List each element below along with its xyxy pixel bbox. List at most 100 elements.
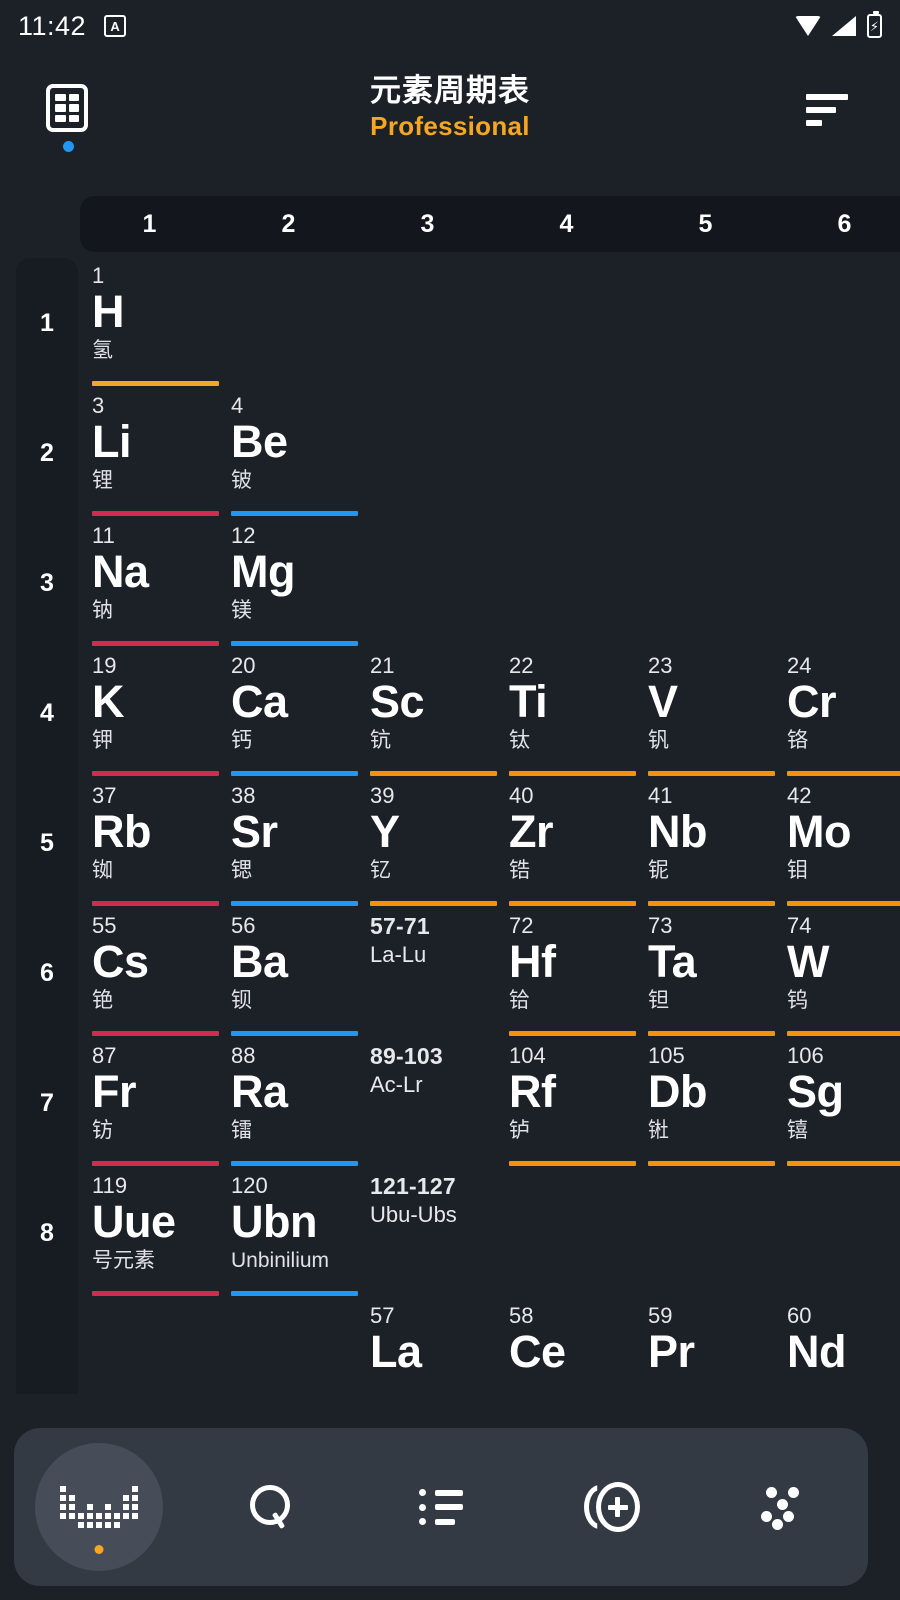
element-name: 钽 bbox=[648, 989, 669, 1013]
periodic-table-scroll-area[interactable]: 1 H 氢 3 Li 锂 4 Be 铍 11 Na 钠 12 Mg 镁 19 K 钾 20 Ca 钙 21 Sc 钪 22 Ti 钛… bbox=[80, 258, 900, 1395]
periodic-icon-square bbox=[96, 1495, 102, 1501]
status-bar: 11:42 A ⚡ bbox=[0, 0, 900, 52]
element-cell-La[interactable]: 57 La bbox=[358, 1298, 497, 1395]
element-cell-Sg[interactable]: 106 Sg 𬭳 bbox=[775, 1038, 900, 1168]
element-atomic-number: 37 bbox=[92, 783, 117, 808]
periodic-icon-square bbox=[78, 1486, 84, 1492]
element-cell-Hf[interactable]: 72 Hf 铪 bbox=[497, 908, 636, 1038]
list-icon-row bbox=[418, 1489, 463, 1496]
element-atomic-number: 73 bbox=[648, 913, 673, 938]
element-atomic-number: 20 bbox=[231, 653, 256, 678]
element-cell-V[interactable]: 23 V 钒 bbox=[636, 648, 775, 778]
element-cell-Ta[interactable]: 73 Ta 钽 bbox=[636, 908, 775, 1038]
element-range-cell-89-103[interactable]: 89-103 Ac-Lr bbox=[358, 1038, 497, 1168]
nav-item-molecules[interactable] bbox=[697, 1428, 868, 1586]
period-sidebar: 1 2 3 4 5 6 7 8 bbox=[16, 258, 78, 1394]
element-cell-Ubn[interactable]: 120 Ubn Unbinilium bbox=[219, 1168, 358, 1298]
element-cell-Be[interactable]: 4 Be 铍 bbox=[219, 388, 358, 518]
periodic-icon-square bbox=[69, 1495, 76, 1501]
element-cell-Fr[interactable]: 87 Fr 钫 bbox=[80, 1038, 219, 1168]
element-cell-H[interactable]: 1H氢 bbox=[80, 258, 219, 388]
element-atomic-number: 59 bbox=[648, 1303, 673, 1328]
element-atomic-number: 11 bbox=[92, 523, 115, 548]
element-category-underline bbox=[509, 771, 636, 776]
element-category-underline bbox=[231, 901, 358, 906]
element-cell-Ce[interactable]: 58 Ce bbox=[497, 1298, 636, 1395]
element-category-underline bbox=[231, 771, 358, 776]
element-cell-Ba[interactable]: 56 Ba 钡 bbox=[219, 908, 358, 1038]
element-cell-K[interactable]: 19 K 钾 bbox=[80, 648, 219, 778]
element-name: 钛 bbox=[509, 729, 530, 753]
element-cell-Db[interactable]: 105 Db 𬭊 bbox=[636, 1038, 775, 1168]
element-symbol: Rb bbox=[92, 806, 152, 858]
element-cell-Pr[interactable]: 59 Pr bbox=[636, 1298, 775, 1395]
periodic-icon-square bbox=[60, 1486, 67, 1492]
element-cell-Li[interactable]: 3 Li 锂 bbox=[80, 388, 219, 518]
element-cell-Sc[interactable]: 21 Sc 钪 bbox=[358, 648, 497, 778]
periodic-icon-square bbox=[78, 1522, 85, 1528]
element-name: 铪 bbox=[509, 989, 530, 1013]
element-range-cell-121-127[interactable]: 121-127 Ubu-Ubs bbox=[358, 1168, 497, 1298]
nav-item-search[interactable] bbox=[185, 1428, 356, 1586]
element-name: 𬬻 bbox=[509, 1119, 530, 1143]
element-atomic-number: 3 bbox=[92, 393, 105, 418]
periodic-icon-square bbox=[96, 1504, 102, 1510]
element-cell-Cr[interactable]: 24 Cr 铬 bbox=[775, 648, 900, 778]
element-atomic-number: 72 bbox=[509, 913, 534, 938]
element-symbol: Nd bbox=[787, 1326, 847, 1378]
nav-item-periodic-table[interactable] bbox=[14, 1428, 185, 1586]
molecule-dot bbox=[787, 1487, 799, 1498]
element-cell-Nb[interactable]: 41 Nb 铌 bbox=[636, 778, 775, 908]
nav-item-list[interactable] bbox=[356, 1428, 527, 1586]
element-atomic-number: 120 bbox=[231, 1173, 268, 1198]
element-category-underline bbox=[370, 771, 497, 776]
periodic-icon-square bbox=[78, 1513, 85, 1519]
element-category-underline bbox=[231, 641, 358, 646]
element-cell-Cs[interactable]: 55 Cs 铯 bbox=[80, 908, 219, 1038]
element-symbol: V bbox=[648, 676, 678, 728]
periodic-icon-square bbox=[123, 1522, 129, 1528]
periodic-table-icon bbox=[60, 1486, 139, 1528]
status-system-icons: ⚡ bbox=[795, 11, 882, 38]
element-symbol: Cr bbox=[787, 676, 837, 728]
element-cell-W[interactable]: 74 W 钨 bbox=[775, 908, 900, 1038]
element-cell-Na[interactable]: 11 Na 钠 bbox=[80, 518, 219, 648]
group-header-6: 6 bbox=[837, 209, 852, 238]
element-name: 钠 bbox=[92, 599, 113, 623]
element-category-underline bbox=[787, 1031, 900, 1036]
element-range-cell-57-71[interactable]: 57-71 La-Lu bbox=[358, 908, 497, 1038]
period-label-3: 3 bbox=[40, 568, 54, 597]
element-cell-Zr[interactable]: 40 Zr 锆 bbox=[497, 778, 636, 908]
element-cell-Rf[interactable]: 104 Rf 𬬻 bbox=[497, 1038, 636, 1168]
element-name: 号元素 bbox=[92, 1249, 155, 1273]
element-name: 钪 bbox=[370, 729, 391, 753]
element-atomic-number: 119 bbox=[92, 1173, 128, 1198]
list-icon-row bbox=[418, 1518, 463, 1525]
element-cell-Mo[interactable]: 42 Mo 钼 bbox=[775, 778, 900, 908]
element-cell-Ca[interactable]: 20 Ca 钙 bbox=[219, 648, 358, 778]
periodic-icon-square bbox=[87, 1522, 94, 1528]
element-cell-Y[interactable]: 39 Y 钇 bbox=[358, 778, 497, 908]
element-cell-Nd[interactable]: 60 Nd bbox=[775, 1298, 900, 1395]
element-cell-Ti[interactable]: 22 Ti 钛 bbox=[497, 648, 636, 778]
element-cell-Rb[interactable]: 37 Rb 铷 bbox=[80, 778, 219, 908]
element-atomic-number: 41 bbox=[648, 783, 673, 808]
element-cell-Ra[interactable]: 88 Ra 镭 bbox=[219, 1038, 358, 1168]
element-cell-Mg[interactable]: 12 Mg 镁 bbox=[219, 518, 358, 648]
element-name: 钇 bbox=[370, 859, 391, 883]
element-cell-Sr[interactable]: 38 Sr 锶 bbox=[219, 778, 358, 908]
sort-filter-icon[interactable] bbox=[806, 94, 852, 128]
element-cell-Uue[interactable]: 119 Uue 号元素 bbox=[80, 1168, 219, 1298]
isotope-plus bbox=[615, 1497, 621, 1517]
element-name: 铷 bbox=[92, 859, 113, 883]
element-name: 钼 bbox=[787, 859, 808, 883]
element-category-underline bbox=[231, 1031, 358, 1036]
isotopes-icon bbox=[583, 1482, 640, 1532]
element-category-underline bbox=[648, 901, 775, 906]
element-atomic-number: 19 bbox=[92, 653, 117, 678]
element-atomic-number: 23 bbox=[648, 653, 673, 678]
group-header-5: 5 bbox=[698, 209, 713, 238]
periodic-icon-square bbox=[69, 1522, 75, 1528]
element-symbol: Mo bbox=[787, 806, 851, 858]
nav-item-isotopes[interactable] bbox=[526, 1428, 697, 1586]
